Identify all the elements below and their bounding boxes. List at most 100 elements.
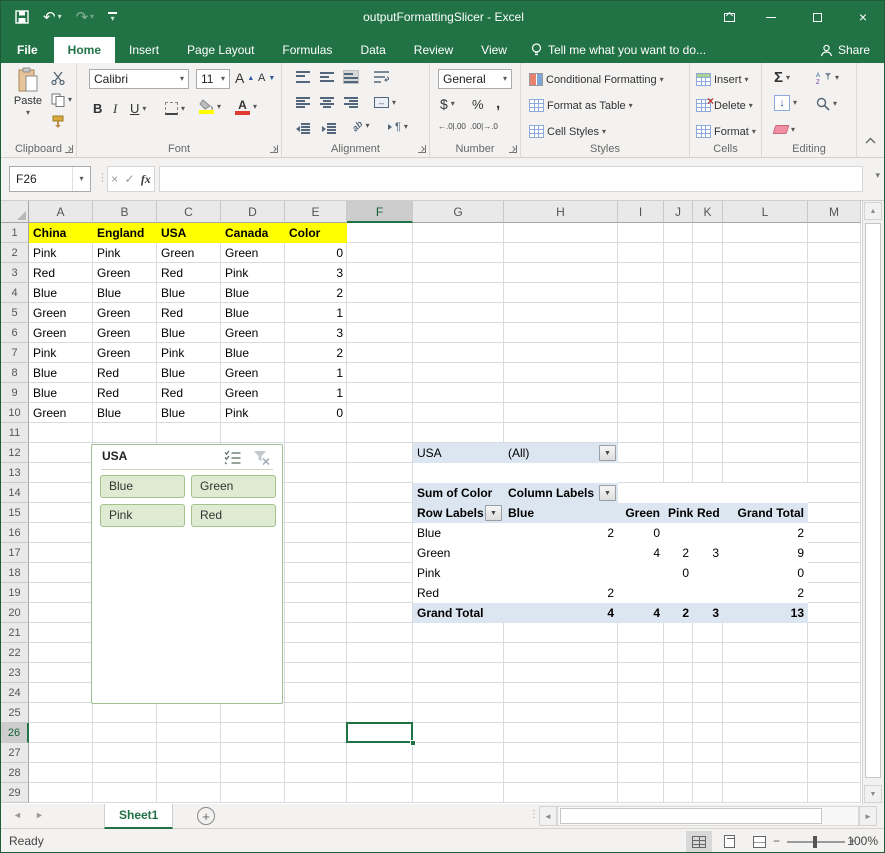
pivot-col-header-grand-total[interactable]: Grand Total <box>723 503 808 523</box>
cell-E5[interactable]: 1 <box>285 303 347 323</box>
grow-font-button[interactable]: A▲ <box>235 70 254 86</box>
row-header-7[interactable]: 7 <box>1 343 29 363</box>
cell-D9[interactable]: Green <box>221 383 285 403</box>
ribbon-display-options-button[interactable] <box>710 1 748 33</box>
page-break-view-button[interactable] <box>746 831 772 852</box>
font-size-combo[interactable]: 11▾ <box>196 69 230 89</box>
fill-color-dropdown-icon[interactable]: ▾ <box>217 103 221 111</box>
tab-home[interactable]: Home <box>54 37 115 63</box>
cell-E1[interactable]: Color <box>285 223 347 243</box>
row-header-11[interactable]: 11 <box>1 423 29 443</box>
maximize-button[interactable] <box>794 1 840 33</box>
conditional-formatting-button[interactable]: Conditional Formatting▾ <box>529 73 664 86</box>
underline-button[interactable]: U▾ <box>130 101 146 116</box>
minimize-button[interactable] <box>748 1 794 33</box>
scroll-left-button[interactable]: ◄ <box>539 806 557 826</box>
col-header-M[interactable]: M <box>808 201 861 223</box>
row-header-14[interactable]: 14 <box>1 483 29 503</box>
zoom-slider-thumb[interactable] <box>813 836 817 848</box>
row-header-2[interactable]: 2 <box>1 243 29 263</box>
decrease-indent-button[interactable] <box>296 123 310 135</box>
slicer-button-red[interactable]: Red <box>191 504 276 527</box>
new-sheet-button[interactable]: + <box>197 807 215 825</box>
pivot-value[interactable]: 3 <box>693 543 723 563</box>
next-sheet-button[interactable]: ► <box>35 810 44 820</box>
cell-C7[interactable]: Pink <box>157 343 221 363</box>
clear-filter-icon[interactable] <box>253 450 270 470</box>
font-name-combo[interactable]: Calibri▾ <box>89 69 189 89</box>
cell-D6[interactable]: Green <box>221 323 285 343</box>
cell-styles-button[interactable]: Cell Styles▾ <box>529 125 606 138</box>
scroll-up-button[interactable]: ▲ <box>864 202 882 220</box>
copy-dropdown-icon[interactable]: ▾ <box>68 96 72 104</box>
pivot-value[interactable]: 2 <box>723 523 808 543</box>
sort-filter-dropdown-icon[interactable]: ▾ <box>835 74 839 82</box>
paste-button[interactable]: Paste ▾ <box>7 67 49 143</box>
decrease-decimal-button[interactable]: .00|→.0 <box>470 123 498 132</box>
normal-view-button[interactable] <box>686 831 712 852</box>
horizontal-scroll-thumb[interactable] <box>560 808 822 824</box>
cell-B1[interactable]: England <box>93 223 157 243</box>
pivot-grand-total-value[interactable]: 4 <box>618 603 664 623</box>
slicer-usa[interactable]: USABlueGreenPinkRed <box>91 444 283 704</box>
row-header-22[interactable]: 22 <box>1 643 29 663</box>
tab-data[interactable]: Data <box>346 37 399 63</box>
pivot-row-labels-dropdown[interactable]: ▼ <box>485 505 502 521</box>
active-cell-F26[interactable] <box>346 722 413 743</box>
tab-view[interactable]: View <box>467 37 521 63</box>
bottom-align-button[interactable] <box>344 71 358 83</box>
accounting-dropdown-icon[interactable]: ▾ <box>451 100 455 108</box>
cell-D2[interactable]: Green <box>221 243 285 263</box>
pivot-grand-total-label[interactable]: Grand Total <box>413 603 504 623</box>
borders-button[interactable]: ▾ <box>165 102 185 115</box>
borders-dropdown-icon[interactable]: ▾ <box>181 105 185 113</box>
col-header-C[interactable]: C <box>157 201 221 223</box>
insert-dropdown-icon[interactable]: ▾ <box>745 76 749 84</box>
tab-review[interactable]: Review <box>400 37 467 63</box>
format-cells-button[interactable]: Format▾ <box>696 125 756 138</box>
name-box-dropdown[interactable]: ▾ <box>72 167 90 191</box>
row-header-9[interactable]: 9 <box>1 383 29 403</box>
conditional-formatting-dropdown-icon[interactable]: ▾ <box>660 76 664 84</box>
slicer-button-green[interactable]: Green <box>191 475 276 498</box>
pivot-grand-total-value[interactable]: 2 <box>664 603 693 623</box>
share-button[interactable]: Share <box>810 37 880 63</box>
middle-align-button[interactable] <box>320 71 334 83</box>
row-header-21[interactable]: 21 <box>1 623 29 643</box>
pivot-value[interactable]: 4 <box>618 543 664 563</box>
cell-styles-dropdown-icon[interactable]: ▾ <box>602 128 606 136</box>
cell-C9[interactable]: Red <box>157 383 221 403</box>
pivot-value[interactable]: 2 <box>504 583 618 603</box>
clear-dropdown-icon[interactable]: ▾ <box>791 126 795 134</box>
pivot-column-labels-dropdown[interactable]: ▼ <box>599 485 616 501</box>
cell-B5[interactable]: Green <box>93 303 157 323</box>
tab-file[interactable]: File <box>1 37 54 63</box>
merge-dropdown-icon[interactable]: ▾ <box>392 99 396 107</box>
fill-color-button[interactable]: ▾ <box>199 99 221 114</box>
row-header-25[interactable]: 25 <box>1 703 29 723</box>
pivot-row-label-red[interactable]: Red <box>413 583 504 603</box>
font-size-dropdown-icon[interactable]: ▾ <box>221 75 225 83</box>
vertical-scrollbar[interactable]: ▲ ▼ <box>862 201 882 804</box>
cell-B4[interactable]: Blue <box>93 283 157 303</box>
tab-page-layout[interactable]: Page Layout <box>173 37 268 63</box>
cell-E2[interactable]: 0 <box>285 243 347 263</box>
tell-me-box[interactable]: Tell me what you want to do... <box>521 37 716 63</box>
row-header-23[interactable]: 23 <box>1 663 29 683</box>
col-header-L[interactable]: L <box>723 201 808 223</box>
cell-E3[interactable]: 3 <box>285 263 347 283</box>
tab-formulas[interactable]: Formulas <box>268 37 346 63</box>
row-header-28[interactable]: 28 <box>1 763 29 783</box>
wrap-text-button[interactable] <box>374 71 390 83</box>
cell-A8[interactable]: Blue <box>29 363 93 383</box>
merge-center-button[interactable]: ↔▾ <box>374 97 396 108</box>
cell-A1[interactable]: China <box>29 223 93 243</box>
cell-B9[interactable]: Red <box>93 383 157 403</box>
format-dropdown-icon[interactable]: ▾ <box>752 128 756 136</box>
autosum-dropdown-icon[interactable]: ▾ <box>786 74 790 82</box>
row-header-16[interactable]: 16 <box>1 523 29 543</box>
row-header-29[interactable]: 29 <box>1 783 29 803</box>
row-header-15[interactable]: 15 <box>1 503 29 523</box>
cell-E4[interactable]: 2 <box>285 283 347 303</box>
pivot-col-header-red[interactable]: Red <box>693 503 723 523</box>
